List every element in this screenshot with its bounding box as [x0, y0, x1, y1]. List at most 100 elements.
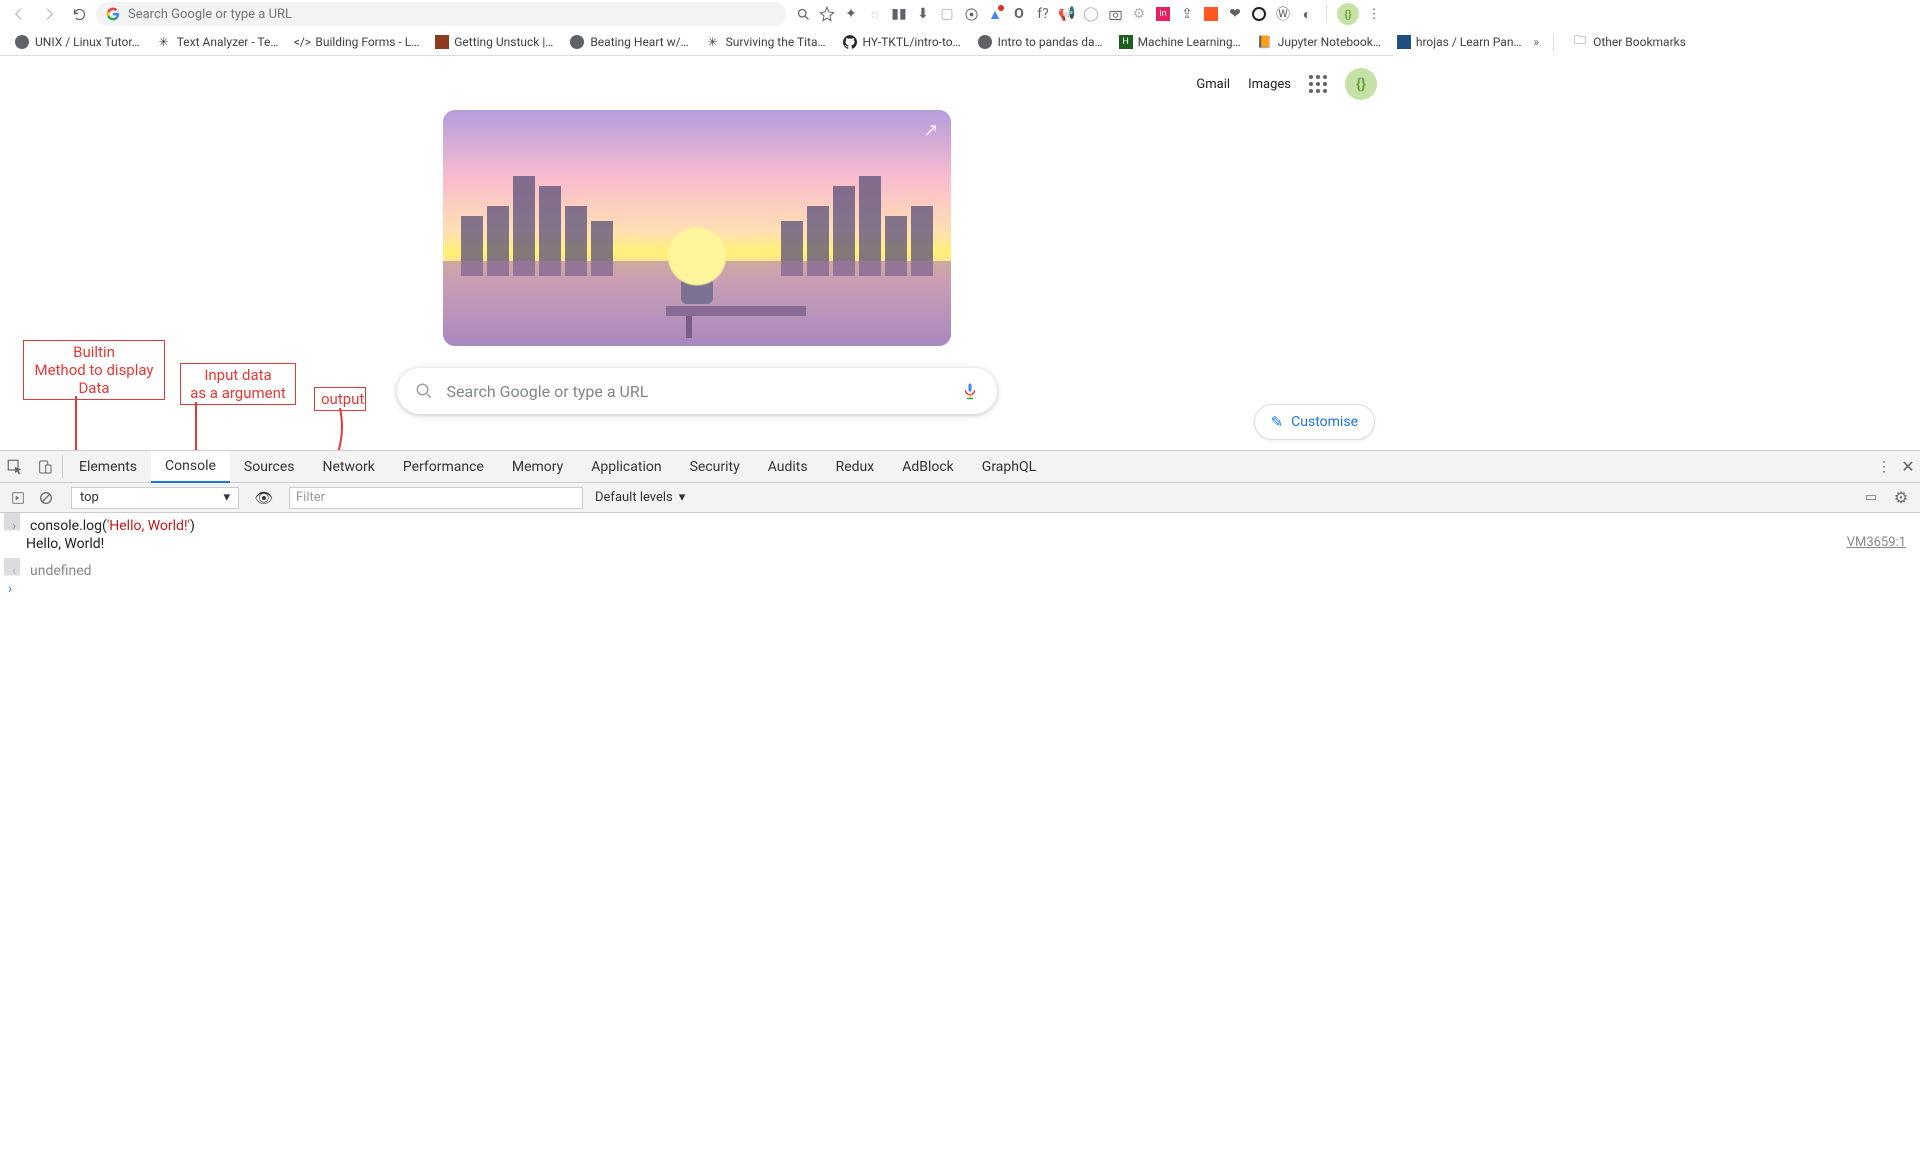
ntp-search[interactable]: Search Google or type a URL [397, 368, 997, 414]
tab-redux[interactable]: Redux [822, 451, 889, 482]
bookmark-label: Other Bookmarks [1593, 35, 1686, 49]
ext-icon-5[interactable]: ▢ [938, 5, 956, 23]
gmail-link[interactable]: Gmail [1196, 77, 1230, 92]
bookmark-label: Getting Unstuck |… [454, 35, 553, 49]
live-expression-icon[interactable]: 👁 [252, 486, 276, 510]
apps-launcher-icon[interactable] [1309, 75, 1327, 93]
tab-adblock[interactable]: AdBlock [888, 451, 968, 482]
console-input-row: › console.log('Hello, World!') [4, 513, 20, 531]
bookmark-item[interactable]: Getting Unstuck |… [429, 33, 559, 51]
tab-sources[interactable]: Sources [230, 451, 309, 482]
console-toolbar: top ▾ 👁 Filter Default levels ▾ ▭ ⚙ [0, 483, 1920, 513]
browser-toolbar: ✦ ◌ ▮▮ ⬇ ▢ ▲ O f? 📢 ◯ ⚙ in ⇪ ❤ Ⓦ ◐ {} ⋮ [0, 0, 1393, 28]
tab-audits[interactable]: Audits [754, 451, 822, 482]
bookmark-item[interactable]: ✳Text Analyzer - Te… [150, 32, 285, 52]
bookmark-item[interactable]: UNIX / Linux Tutor… [8, 32, 146, 52]
log-levels-selector[interactable]: Default levels ▾ [587, 490, 693, 505]
ext-icon-pink[interactable]: in [1154, 5, 1172, 23]
tab-memory[interactable]: Memory [498, 451, 577, 482]
console-output: Hello, World! [26, 533, 1847, 555]
console-prompt-row[interactable]: › [0, 576, 1920, 603]
account-avatar[interactable]: {} [1345, 68, 1377, 100]
console-return: undefined [30, 560, 92, 582]
annotation-box-2: Input data as a argument [180, 363, 296, 405]
chrome-menu[interactable]: ⋮ [1365, 7, 1383, 22]
ext-icon-gear[interactable]: ⚙ [1130, 5, 1148, 23]
customise-button[interactable]: ✎ Customise [1254, 404, 1375, 440]
bookmark-item[interactable]: HY-TKTL/intro-to… [836, 32, 967, 52]
bookmark-overflow[interactable]: » [1531, 35, 1541, 49]
ext-icon-spinner[interactable]: ◐ [1298, 5, 1316, 23]
ext-icon-9[interactable]: ◯ [1082, 5, 1100, 23]
ext-icon-opera[interactable]: O [1010, 5, 1028, 23]
bookmark-item[interactable]: 📙Jupyter Notebook… [1251, 32, 1387, 52]
tab-console[interactable]: Console [151, 451, 230, 483]
mic-icon[interactable] [961, 380, 979, 402]
chevron-down-icon: ▾ [679, 490, 686, 505]
ext-icon-4[interactable]: ⬇ [914, 5, 932, 23]
console-output-row: Hello, World! VM3659:1 [0, 531, 1920, 558]
bookmark-label: Jupyter Notebook… [1278, 35, 1381, 49]
search-placeholder: Search Google or type a URL [447, 382, 947, 401]
devtools-close[interactable]: ✕ [1896, 457, 1920, 476]
reload-button[interactable] [66, 1, 92, 27]
tab-performance[interactable]: Performance [389, 451, 498, 482]
bookmark-label: UNIX / Linux Tutor… [35, 35, 140, 49]
bookmark-label: HY-TKTL/intro-to… [863, 35, 961, 49]
context-selector[interactable]: top ▾ [71, 487, 239, 509]
google-doodle[interactable]: ↗ [443, 110, 951, 346]
omnibox[interactable] [96, 2, 786, 26]
ext-icon-share[interactable]: ⇪ [1178, 5, 1196, 23]
ext-icon-7[interactable]: ▲ [986, 5, 1004, 23]
ext-icon-orange[interactable] [1202, 5, 1220, 23]
star-icon[interactable] [818, 5, 836, 23]
toolbar-icons: ✦ ◌ ▮▮ ⬇ ▢ ▲ O f? 📢 ◯ ⚙ in ⇪ ❤ Ⓦ ◐ {} ⋮ [790, 3, 1387, 25]
clear-console-icon[interactable] [34, 486, 58, 510]
devtools-panel: Elements Console Sources Network Perform… [0, 450, 1920, 1154]
back-button[interactable] [6, 1, 32, 27]
ext-icon-6[interactable] [962, 5, 980, 23]
ext-icon-3[interactable]: ▮▮ [890, 5, 908, 23]
bookmark-bar: UNIX / Linux Tutor… ✳Text Analyzer - Te…… [0, 28, 1393, 56]
separator [1326, 5, 1327, 23]
images-link[interactable]: Images [1248, 77, 1291, 92]
ntp-header: Gmail Images {} [1196, 68, 1377, 100]
console-return-row: ‹ undefined [4, 558, 20, 576]
bookmark-label: Beating Heart w/… [590, 35, 688, 49]
tab-network[interactable]: Network [309, 451, 389, 482]
inspect-element-icon[interactable] [0, 451, 30, 482]
bookmark-item[interactable]: Beating Heart w/… [563, 32, 694, 52]
forward-button[interactable] [36, 1, 62, 27]
ext-icon-darkcircle[interactable] [1250, 5, 1268, 23]
devtools-menu[interactable]: ⋮ [1872, 459, 1896, 475]
ext-icon-w[interactable]: Ⓦ [1274, 5, 1292, 23]
hide-drawer-icon[interactable]: ▭ [1860, 490, 1882, 505]
ext-icon-camera[interactable] [1106, 5, 1124, 23]
bookmark-item[interactable]: Intro to pandas da… [971, 32, 1109, 52]
ext-icon-horn[interactable]: 📢 [1058, 5, 1076, 23]
console-body: › console.log('Hello, World!') Hello, Wo… [0, 513, 1920, 1154]
other-bookmarks[interactable]: 🗀Other Bookmarks [1566, 32, 1692, 52]
tab-application[interactable]: Application [577, 451, 675, 482]
share-icon[interactable]: ↗ [923, 120, 938, 141]
filter-input[interactable]: Filter [289, 487, 583, 509]
console-settings-icon[interactable]: ⚙ [1888, 488, 1914, 507]
console-source-link[interactable]: VM3659:1 [1847, 533, 1912, 554]
ext-icon-heart[interactable]: ❤ [1226, 5, 1244, 23]
ext-icon-1[interactable]: ✦ [842, 5, 860, 23]
bookmark-item[interactable]: </>Building Forms - L… [288, 32, 425, 52]
tab-elements[interactable]: Elements [65, 451, 151, 482]
profile-avatar[interactable]: {} [1337, 3, 1359, 25]
bookmark-item[interactable]: HMachine Learning… [1113, 33, 1247, 51]
toggle-sidebar-icon[interactable] [6, 486, 30, 510]
bookmark-item[interactable]: ✳Surviving the Tita… [699, 32, 832, 52]
ext-icon-2[interactable]: ◌ [866, 5, 884, 23]
prompt-icon: › [8, 578, 26, 600]
tab-graphql[interactable]: GraphQL [968, 451, 1050, 482]
omnibox-input[interactable] [128, 7, 776, 22]
bookmark-item[interactable]: hrojas / Learn Pan… [1391, 33, 1528, 51]
ext-icon-fq[interactable]: f? [1034, 5, 1052, 23]
device-toggle-icon[interactable] [30, 451, 60, 482]
zoom-icon[interactable] [794, 5, 812, 23]
tab-security[interactable]: Security [676, 451, 754, 482]
